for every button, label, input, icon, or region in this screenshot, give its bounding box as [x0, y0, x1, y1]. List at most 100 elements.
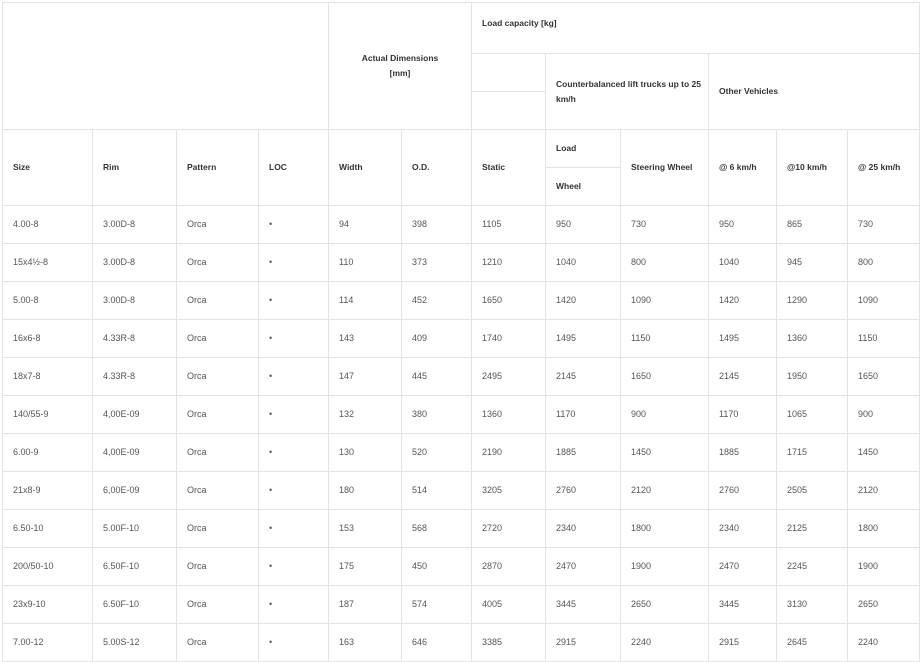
- cell-od: 574: [401, 585, 472, 624]
- cell-steering: 1150: [620, 319, 709, 358]
- cell-load-wheel: 2915: [545, 623, 621, 662]
- cell-static: 1740: [471, 319, 546, 358]
- cell-static: 2870: [471, 547, 546, 586]
- cell-load-wheel: 1495: [545, 319, 621, 358]
- cell-size: 6.50-10: [2, 509, 93, 548]
- header-actual-dimensions: Actual Dimensions [mm]: [328, 2, 472, 130]
- cell-at6: 2915: [708, 623, 777, 662]
- cell-at25: 1150: [846, 319, 921, 358]
- cell-rim: 4.33R-8: [92, 357, 177, 396]
- cell-static: 2190: [471, 433, 546, 472]
- cell-static: 2495: [471, 357, 546, 396]
- cell-rim: 4.33R-8: [92, 319, 177, 358]
- cell-load-wheel: 2340: [545, 509, 621, 548]
- cell-static: 2720: [471, 509, 546, 548]
- cell-pattern: Orca: [176, 281, 259, 320]
- cell-steering: 1650: [620, 357, 709, 396]
- cell-width: 130: [328, 433, 402, 472]
- cell-steering: 900: [620, 395, 709, 434]
- cell-static: 1210: [471, 243, 546, 282]
- cell-pattern: Orca: [176, 357, 259, 396]
- cell-static: 4005: [471, 585, 546, 624]
- cell-pattern: Orca: [176, 547, 259, 586]
- cell-steering: 730: [620, 205, 709, 244]
- cell-steering: 1090: [620, 281, 709, 320]
- cell-at25: 900: [846, 395, 921, 434]
- cell-size: 200/50-10: [2, 547, 93, 586]
- cell-at10: 1360: [776, 319, 848, 358]
- cell-size: 16x6-8: [2, 319, 93, 358]
- cell-od: 514: [401, 471, 472, 510]
- actual-dimensions-label: Actual Dimensions: [361, 53, 439, 63]
- cell-rim: 5.00S-12: [92, 623, 177, 662]
- cell-at6: 1170: [708, 395, 777, 434]
- cell-size: 5.00-8: [2, 281, 93, 320]
- cell-size: 4.00-8: [2, 205, 93, 244]
- col-wheel: Wheel: [545, 167, 621, 206]
- cell-steering: 800: [620, 243, 709, 282]
- col-pattern: Pattern: [176, 129, 259, 206]
- cell-od: 568: [401, 509, 472, 548]
- table-row: 6.00-9 4,00E-09 Orca • 130 520 2190 1885 1450 188…: [2, 433, 921, 472]
- cell-at10: 1715: [776, 433, 848, 472]
- cell-at25: 2120: [846, 471, 921, 510]
- cell-loc: •: [258, 205, 329, 244]
- cell-static: 3385: [471, 623, 546, 662]
- header-other-vehicles: Other Vehicles: [707, 53, 921, 130]
- table-row: 140/55-9 4,00E-09 Orca • 132 380 1360 1170 900 11…: [2, 395, 921, 434]
- cell-loc: •: [258, 433, 329, 472]
- cell-at10: 3130: [776, 585, 848, 624]
- cell-rim: 4,00E-09: [92, 395, 177, 434]
- cell-width: 147: [328, 357, 402, 396]
- table-row: 4.00-8 3.00D-8 Orca • 94 398 1105 950 730 950 865 7…: [2, 205, 921, 244]
- cell-loc: •: [258, 319, 329, 358]
- cell-steering: 1800: [620, 509, 709, 548]
- cell-pattern: Orca: [176, 433, 259, 472]
- cell-at6: 1885: [708, 433, 777, 472]
- cell-width: 114: [328, 281, 402, 320]
- cell-load-wheel: 2760: [545, 471, 621, 510]
- cell-static: 1360: [471, 395, 546, 434]
- col-at25: @ 25 km/h: [846, 129, 921, 206]
- cell-od: 452: [401, 281, 472, 320]
- cell-static: 3205: [471, 471, 546, 510]
- cell-size: 18x7-8: [2, 357, 93, 396]
- cell-at10: 2245: [776, 547, 848, 586]
- cell-width: 187: [328, 585, 402, 624]
- cell-at10: 2645: [776, 623, 848, 662]
- cell-rim: 3.00D-8: [92, 281, 177, 320]
- cell-pattern: Orca: [176, 395, 259, 434]
- cell-pattern: Orca: [176, 471, 259, 510]
- cell-at10: 865: [776, 205, 848, 244]
- col-width: Width: [328, 129, 402, 206]
- cell-loc: •: [258, 281, 329, 320]
- cell-loc: •: [258, 547, 329, 586]
- cell-at10: 1065: [776, 395, 848, 434]
- cell-at6: 2470: [708, 547, 777, 586]
- cell-pattern: Orca: [176, 319, 259, 358]
- cell-steering: 2120: [620, 471, 709, 510]
- cell-width: 180: [328, 471, 402, 510]
- header-load-capacity: Load capacity [kg]: [470, 2, 921, 54]
- cell-steering: 2240: [620, 623, 709, 662]
- cell-at10: 1290: [776, 281, 848, 320]
- cell-at25: 1090: [846, 281, 921, 320]
- cell-loc: •: [258, 585, 329, 624]
- table-row: 16x6-8 4.33R-8 Orca • 143 409 1740 1495 1150 1495…: [2, 319, 921, 358]
- cell-load-wheel: 1040: [545, 243, 621, 282]
- cell-loc: •: [258, 471, 329, 510]
- cell-at6: 2145: [708, 357, 777, 396]
- cell-at25: 800: [846, 243, 921, 282]
- cell-od: 409: [401, 319, 472, 358]
- cell-at10: 945: [776, 243, 848, 282]
- cell-size: 21x8-9: [2, 471, 93, 510]
- col-od: O.D.: [401, 129, 472, 206]
- cell-steering: 1450: [620, 433, 709, 472]
- cell-at10: 1950: [776, 357, 848, 396]
- table-header: Actual Dimensions [mm] Load capacity [kg…: [2, 2, 921, 206]
- col-steering-wheel: Steering Wheel: [620, 129, 709, 206]
- cell-at25: 1900: [846, 547, 921, 586]
- cell-load-wheel: 1885: [545, 433, 621, 472]
- cell-pattern: Orca: [176, 623, 259, 662]
- cell-size: 6.00-9: [2, 433, 93, 472]
